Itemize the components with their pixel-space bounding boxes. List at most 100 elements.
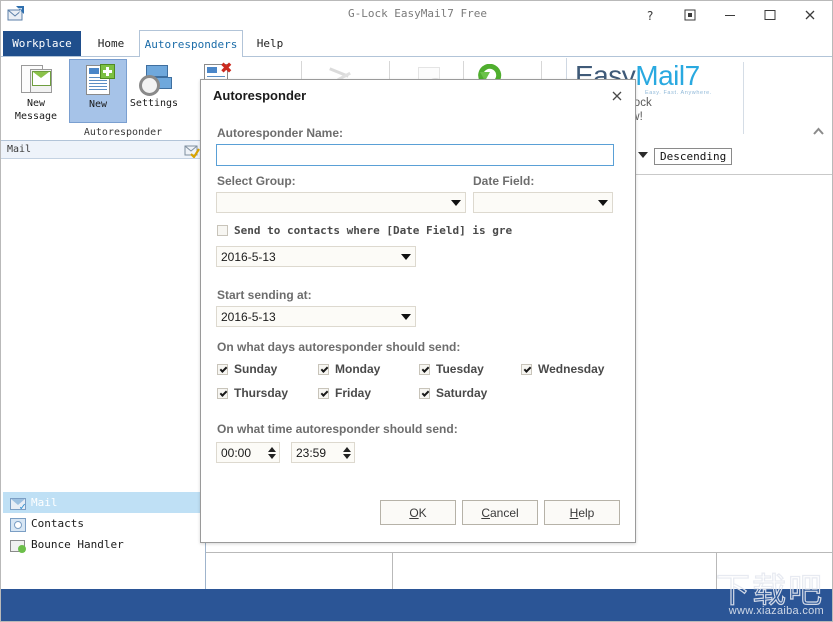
sidebar-item-contacts[interactable]: Contacts xyxy=(3,513,203,534)
restore-down-button[interactable] xyxy=(670,2,710,28)
title-bar: 7 G-Lock EasyMail7 Free ? xyxy=(1,1,832,29)
svg-text:?: ? xyxy=(647,9,653,22)
condition-checkbox-row[interactable]: Send to contacts where [Date Field] is g… xyxy=(217,224,512,237)
day-checkbox-friday[interactable]: Friday xyxy=(318,386,371,400)
chevron-up-icon[interactable] xyxy=(812,127,825,139)
new-autoresponder-icon xyxy=(81,64,115,96)
monday-label: Monday xyxy=(335,362,381,376)
ribbon-button-new-autoresponder[interactable]: New xyxy=(69,59,127,123)
sidebar-item-mail-label: Mail xyxy=(31,496,58,509)
left-pane-header-label: Mail xyxy=(7,144,32,155)
condition-date-value: 2016-5-13 xyxy=(221,249,276,264)
dialog-title: Autoresponder xyxy=(213,88,307,103)
sidebar-item-bounce-handler-label: Bounce Handler xyxy=(31,538,124,551)
tab-home-label: Home xyxy=(97,37,125,50)
saturday-label: Saturday xyxy=(436,386,488,400)
ok-button-label: OK xyxy=(409,505,427,520)
bounce-handler-icon xyxy=(9,537,26,553)
thursday-checkbox[interactable] xyxy=(217,387,228,399)
condition-checkbox[interactable] xyxy=(217,225,228,236)
left-pane-body xyxy=(1,160,205,520)
tuesday-checkbox[interactable] xyxy=(419,363,430,375)
help-button-dialog[interactable]: Help xyxy=(544,500,620,525)
sidebar-item-mail[interactable]: ✓ Mail xyxy=(3,492,203,513)
sunday-label: Sunday xyxy=(234,362,278,376)
left-navigation-pane: Mail ✓ Mail Contacts Bounce Handler xyxy=(1,141,206,589)
content-horizontal-divider xyxy=(206,552,832,553)
mail-check-icon[interactable] xyxy=(184,142,200,159)
application-window: 7 G-Lock EasyMail7 Free ? Workplace Home… xyxy=(0,0,833,622)
chevron-down-icon[interactable] xyxy=(594,193,612,212)
spinner-arrows-icon[interactable] xyxy=(265,443,279,462)
cancel-button[interactable]: Cancel xyxy=(462,500,538,525)
sunday-checkbox[interactable] xyxy=(217,363,228,375)
friday-checkbox[interactable] xyxy=(318,387,329,399)
ribbon-new-label: New xyxy=(88,99,108,110)
sidebar-item-contacts-label: Contacts xyxy=(31,517,84,530)
time-to-value: 23:59 xyxy=(296,445,327,460)
condition-date-dropdown[interactable]: 2016-5-13 xyxy=(216,246,416,267)
logo-mail7-text: Mail7 xyxy=(635,60,700,91)
time-from-value: 00:00 xyxy=(221,445,252,460)
minimize-button[interactable] xyxy=(710,2,750,28)
select-group-label: Select Group: xyxy=(217,174,296,188)
tab-autoresponders[interactable]: Autoresponders xyxy=(139,30,243,58)
day-checkbox-thursday[interactable]: Thursday xyxy=(217,386,288,400)
autoresponder-name-input[interactable] xyxy=(216,144,614,166)
left-pane-header: Mail xyxy=(1,141,205,159)
left-pane-nav-list: ✓ Mail Contacts Bounce Handler xyxy=(3,492,203,555)
friday-label: Friday xyxy=(335,386,372,400)
brand-divider xyxy=(743,62,744,134)
chevron-down-icon[interactable] xyxy=(447,193,465,212)
spinner-arrows-icon[interactable] xyxy=(340,443,354,462)
new-message-icon xyxy=(19,63,53,95)
window-controls: ? xyxy=(630,1,830,29)
start-date-dropdown[interactable]: 2016-5-13 xyxy=(216,306,416,327)
ribbon-button-new-message[interactable]: New Message xyxy=(7,59,65,123)
day-checkbox-tuesday[interactable]: Tuesday xyxy=(419,362,484,376)
monday-checkbox[interactable] xyxy=(318,363,329,375)
time-to-spinner[interactable]: 23:59 xyxy=(291,442,355,463)
sort-order-value[interactable]: Descending xyxy=(654,148,733,165)
wednesday-checkbox[interactable] xyxy=(521,363,532,375)
condition-checkbox-label: Send to contacts where [Date Field] is g… xyxy=(234,224,513,237)
tab-help[interactable]: Help xyxy=(247,30,293,57)
ribbon-new-message-line1: New xyxy=(26,98,46,109)
autoresponder-name-label: Autoresponder Name: xyxy=(217,126,344,140)
close-icon[interactable] xyxy=(607,86,627,106)
help-button[interactable]: ? xyxy=(630,2,670,28)
chevron-down-icon[interactable] xyxy=(397,307,415,326)
saturday-checkbox[interactable] xyxy=(419,387,430,399)
tab-workplace-label: Workplace xyxy=(12,37,72,50)
tab-workplace[interactable]: Workplace xyxy=(3,31,81,56)
ok-button[interactable]: OK xyxy=(380,500,456,525)
cancel-button-label: Cancel xyxy=(481,505,519,520)
date-field-label: Date Field: xyxy=(473,174,535,188)
sidebar-item-bounce-handler[interactable]: Bounce Handler xyxy=(3,534,203,555)
ribbon-tab-strip: Workplace Home Autoresponders Help xyxy=(1,29,832,58)
day-checkbox-wednesday[interactable]: Wednesday xyxy=(521,362,604,376)
day-checkbox-monday[interactable]: Monday xyxy=(318,362,380,376)
day-checkbox-sunday[interactable]: Sunday xyxy=(217,362,277,376)
date-field-dropdown[interactable] xyxy=(473,192,613,213)
time-from-spinner[interactable]: 00:00 xyxy=(216,442,280,463)
status-bar xyxy=(1,589,832,621)
maximize-button[interactable] xyxy=(750,2,790,28)
tab-help-label: Help xyxy=(256,37,284,50)
ribbon-group-autoresponder: New Message New Settings ✖ Autoresponder xyxy=(3,57,233,140)
day-checkbox-saturday[interactable]: Saturday xyxy=(419,386,487,400)
chevron-down-icon[interactable] xyxy=(397,247,415,266)
tuesday-label: Tuesday xyxy=(436,362,484,376)
time-label: On what time autoresponder should send: xyxy=(217,422,458,436)
content-vertical-divider-1 xyxy=(392,553,393,589)
ribbon-settings-label: Settings xyxy=(129,98,179,109)
content-vertical-divider-2 xyxy=(716,553,717,589)
close-button[interactable] xyxy=(790,2,830,28)
start-sending-label: Start sending at: xyxy=(217,288,312,302)
tab-home[interactable]: Home xyxy=(85,30,137,57)
caret-down-icon[interactable] xyxy=(638,152,648,158)
select-group-dropdown[interactable] xyxy=(216,192,466,213)
mail-icon: ✓ xyxy=(9,495,26,512)
contacts-icon xyxy=(9,516,26,532)
ribbon-button-settings[interactable]: Settings xyxy=(123,59,185,123)
